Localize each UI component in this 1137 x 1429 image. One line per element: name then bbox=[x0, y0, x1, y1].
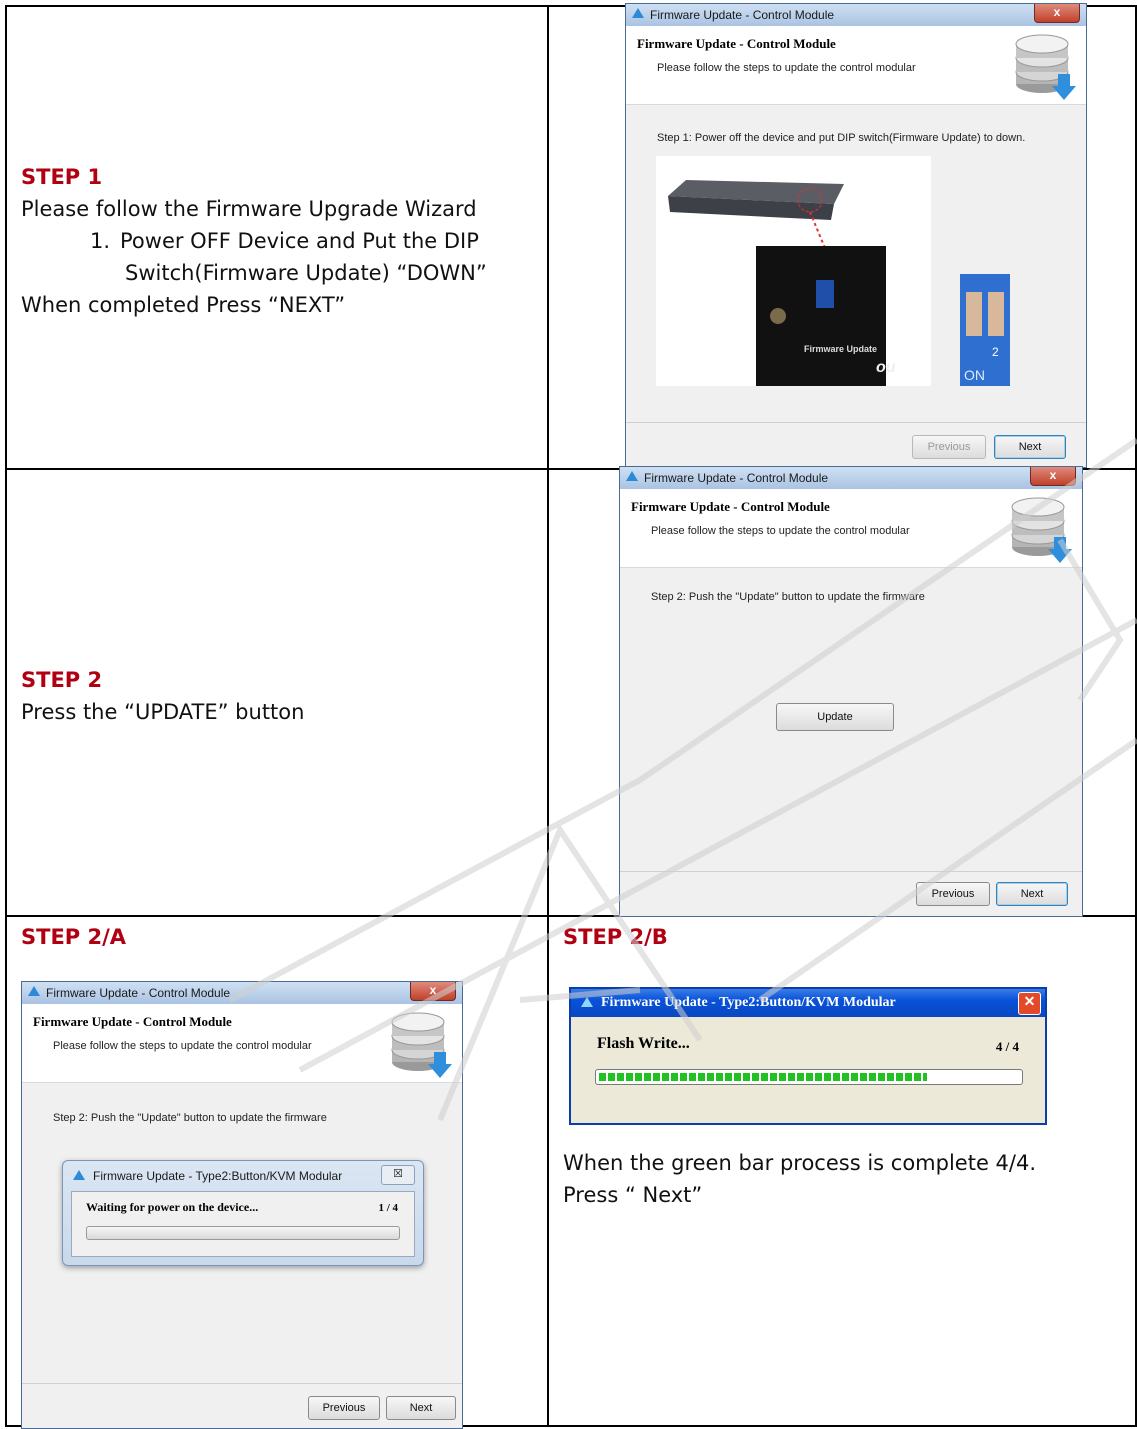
xp-progress-dialog: Firmware Update - Type2:Button/KVM Modul… bbox=[569, 987, 1047, 1125]
xp-status: Flash Write... bbox=[597, 1035, 690, 1052]
step2b-line2: Press “ Next” bbox=[563, 1183, 703, 1207]
previous-button[interactable]: Previous bbox=[916, 882, 990, 906]
step1-image-cell: Firmware Update - Control Module x Firmw… bbox=[547, 3, 1137, 470]
app-icon bbox=[581, 997, 593, 1007]
progress-popup: Firmware Update - Type2:Button/KVM Modul… bbox=[62, 1160, 424, 1266]
wizard-header-title: Firmware Update - Control Module bbox=[637, 36, 836, 51]
step2-text: STEP 2 Press the “UPDATE” button bbox=[21, 664, 304, 728]
step2b-cell: STEP 2/B Firmware Update - Type2:Button/… bbox=[547, 915, 1137, 1427]
window-title: Firmware Update - Control Module bbox=[650, 8, 835, 22]
step1-text: STEP 1 Please follow the Firmware Upgrad… bbox=[21, 161, 487, 321]
step2b-title-block: STEP 2/B bbox=[563, 921, 668, 953]
next-button[interactable]: Next bbox=[386, 1396, 456, 1420]
wizard-header: Firmware Update - Control Module Please … bbox=[626, 26, 1086, 105]
wizard-step-text: Step 2: Push the "Update" button to upda… bbox=[651, 591, 925, 603]
database-download-icon bbox=[1015, 34, 1076, 100]
popup-body: Waiting for power on the device... 1 / 4 bbox=[71, 1191, 415, 1257]
list-number: 1. bbox=[90, 229, 111, 253]
window-titlebar: Firmware Update - Control Module x bbox=[626, 4, 1086, 26]
app-icon bbox=[73, 1170, 85, 1180]
step2a-title: STEP 2/A bbox=[21, 925, 127, 949]
database-download-icon bbox=[1011, 497, 1072, 563]
wizard-header-title: Firmware Update - Control Module bbox=[33, 1014, 232, 1029]
wizard-step-text: Step 1: Power off the device and put DIP… bbox=[657, 132, 1026, 144]
app-icon bbox=[28, 986, 40, 996]
step2-line1: Press the “UPDATE” button bbox=[21, 700, 305, 724]
app-icon bbox=[626, 471, 638, 481]
xp-title: Firmware Update - Type2:Button/KVM Modul… bbox=[601, 995, 896, 1010]
dip-2-label: 2 bbox=[992, 345, 999, 359]
wizard-header-title: Firmware Update - Control Module bbox=[631, 499, 830, 514]
wizard-header-subtitle: Please follow the steps to update the co… bbox=[651, 525, 910, 537]
next-button[interactable]: Next bbox=[996, 882, 1068, 906]
step1-list-item: 1. Power OFF Device and Put the DIP bbox=[21, 225, 487, 257]
wizard-dialog-step1: Firmware Update - Control Module x Firmw… bbox=[625, 3, 1087, 468]
dip-switch-photo: ON 2 bbox=[960, 274, 1010, 386]
close-button[interactable]: x bbox=[1034, 4, 1080, 23]
step2b-line1: When the green bar process is complete 4… bbox=[563, 1151, 1037, 1175]
previous-button[interactable]: Previous bbox=[308, 1396, 380, 1420]
step1-line-final: When completed Press “NEXT” bbox=[21, 293, 346, 317]
step1-item-line1: Power OFF Device and Put the DIP bbox=[120, 229, 479, 253]
step2b-title: STEP 2/B bbox=[563, 925, 668, 949]
step2a-text: STEP 2/A bbox=[21, 921, 126, 953]
wizard-header: Firmware Update - Control Module Please … bbox=[620, 489, 1082, 568]
xp-progress-bar bbox=[595, 1069, 1023, 1085]
previous-button[interactable]: Previous bbox=[912, 435, 986, 459]
step2-image-cell: Firmware Update - Control Module x Firmw… bbox=[547, 466, 1137, 917]
xp-titlebar: Firmware Update - Type2:Button/KVM Modul… bbox=[571, 989, 1045, 1017]
photo-brand: ou bbox=[876, 359, 896, 376]
step1-line1: Please follow the Firmware Upgrade Wizar… bbox=[21, 197, 477, 221]
popup-status: Waiting for power on the device... bbox=[86, 1200, 259, 1214]
step1-cell: STEP 1 Please follow the Firmware Upgrad… bbox=[5, 5, 549, 470]
step1-title: STEP 1 bbox=[21, 165, 103, 189]
next-button[interactable]: Next bbox=[994, 435, 1066, 459]
popup-title: Firmware Update - Type2:Button/KVM Modul… bbox=[93, 1169, 343, 1183]
window-titlebar: Firmware Update - Control Module x bbox=[22, 982, 462, 1004]
step2-cell: STEP 2 Press the “UPDATE” button bbox=[5, 468, 549, 917]
wizard-footer: Previous Next bbox=[626, 422, 1086, 467]
window-title: Firmware Update - Control Module bbox=[46, 986, 231, 1000]
step2b-text: When the green bar process is complete 4… bbox=[563, 1147, 1036, 1211]
window-title: Firmware Update - Control Module bbox=[644, 471, 829, 485]
window-titlebar: Firmware Update - Control Module x bbox=[620, 467, 1082, 489]
popup-titlebar: Firmware Update - Type2:Button/KVM Modul… bbox=[63, 1161, 423, 1191]
wizard-dialog-step2: Firmware Update - Control Module x Firmw… bbox=[619, 466, 1083, 917]
dip-on-label: ON bbox=[964, 367, 985, 383]
wizard-footer: Previous Next bbox=[620, 871, 1082, 916]
close-button[interactable]: x bbox=[1030, 467, 1076, 486]
progress-bar bbox=[86, 1226, 400, 1240]
app-icon bbox=[632, 8, 644, 18]
instruction-table: STEP 1 Please follow the Firmware Upgrad… bbox=[5, 3, 1137, 1429]
device-photo: Firmware Update ou bbox=[656, 156, 931, 386]
wizard-header-subtitle: Please follow the steps to update the co… bbox=[53, 1040, 312, 1052]
wizard-footer: Previous Next bbox=[22, 1383, 462, 1428]
database-download-icon bbox=[391, 1012, 452, 1078]
xp-close-button[interactable]: ✕ bbox=[1018, 992, 1041, 1015]
step2-title: STEP 2 bbox=[21, 668, 103, 692]
close-button[interactable]: x bbox=[410, 982, 456, 1001]
step1-item-line2: Switch(Firmware Update) “DOWN” bbox=[125, 261, 487, 285]
popup-close-button[interactable]: ☒ bbox=[381, 1165, 415, 1185]
xp-count: 4 / 4 bbox=[995, 1039, 1019, 1054]
update-button[interactable]: Update bbox=[776, 703, 894, 731]
wizard-header: Firmware Update - Control Module Please … bbox=[22, 1004, 462, 1083]
wizard-header-subtitle: Please follow the steps to update the co… bbox=[657, 62, 916, 74]
step2a-cell: STEP 2/A Firmware Update - Control Modul… bbox=[5, 915, 549, 1429]
wizard-dialog-step2a: Firmware Update - Control Module x Firmw… bbox=[21, 981, 463, 1429]
photo-label: Firmware Update bbox=[804, 344, 877, 354]
xp-progress-fill bbox=[599, 1073, 927, 1081]
popup-count: 1 / 4 bbox=[378, 1202, 398, 1214]
wizard-step-text: Step 2: Push the "Update" button to upda… bbox=[53, 1112, 327, 1124]
